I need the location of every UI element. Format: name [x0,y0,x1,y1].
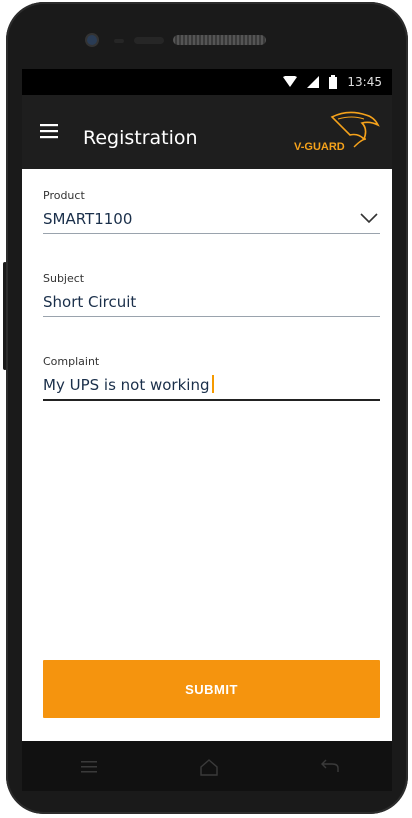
product-value: SMART1100 [43,210,133,228]
earpiece-speaker [173,35,266,45]
status-bar: 13:45 [22,69,392,95]
page-title: Registration [83,127,198,149]
proximity-sensor [114,39,124,43]
home-icon[interactable] [198,758,220,776]
front-camera [87,35,97,45]
battery-icon [329,75,338,89]
complaint-field: Complaint My UPS is not working [43,355,380,401]
complaint-label: Complaint [43,355,100,368]
navigation-bar [22,741,392,791]
registration-form: Product SMART1100 Subject Short Circuit … [22,169,392,741]
complaint-input[interactable]: My UPS is not working [43,369,380,401]
recents-icon[interactable] [78,758,100,776]
subject-value: Short Circuit [43,293,137,311]
status-time: 13:45 [347,75,382,89]
subject-field: Subject Short Circuit [43,272,380,317]
product-field: Product SMART1100 [43,189,380,234]
v-guard-logo: V-GUARD [294,111,380,153]
screen: 13:45 Registration V-GUARD Product SMART… [22,69,392,741]
product-label: Product [43,189,85,202]
subject-input[interactable]: Short Circuit [43,286,380,317]
submit-button[interactable]: SUBMIT [43,660,380,718]
phone-frame: 13:45 Registration V-GUARD Product SMART… [0,0,412,818]
logo-text: V-GUARD [294,141,345,153]
back-icon[interactable] [318,758,340,776]
light-sensor [134,37,164,44]
chevron-down-icon[interactable] [360,212,378,224]
wifi-icon [283,76,298,87]
app-bar: Registration V-GUARD [22,95,392,169]
signal-icon [307,76,320,88]
hamburger-menu-icon[interactable] [40,121,60,141]
complaint-value: My UPS is not working [43,376,210,394]
product-select[interactable]: SMART1100 [43,203,380,234]
subject-label: Subject [43,272,85,285]
status-icons: 13:45 [283,74,382,90]
text-cursor [212,375,215,393]
